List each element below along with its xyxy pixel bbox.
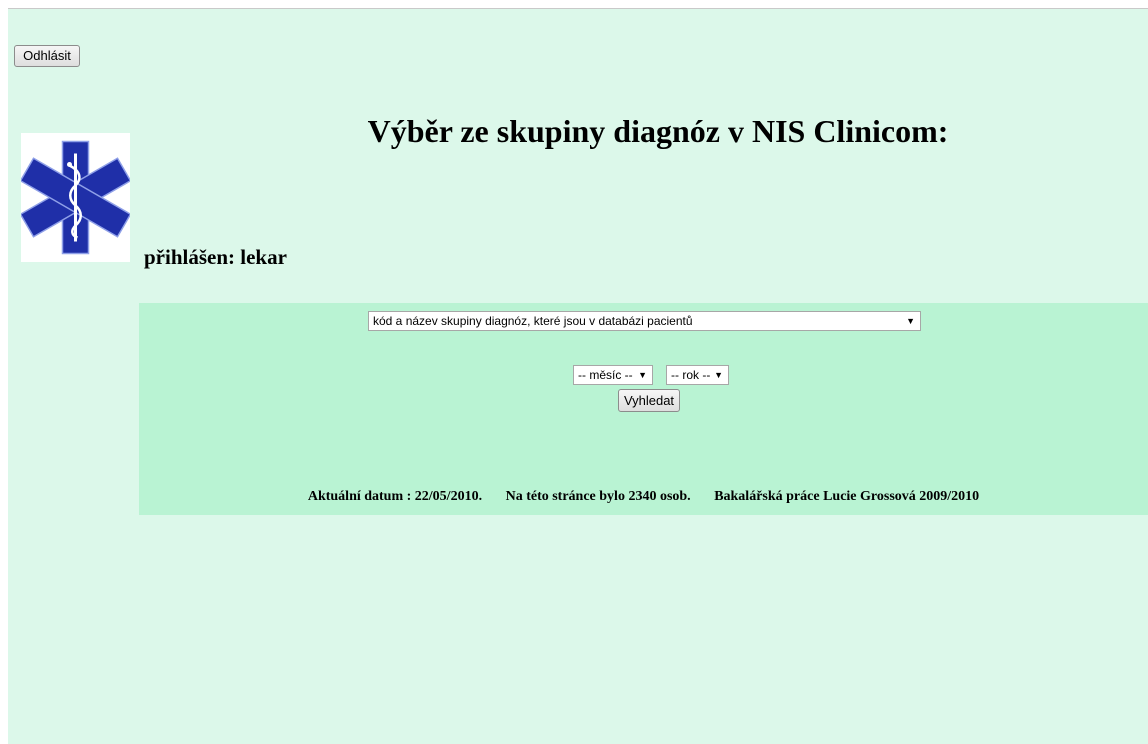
year-select-value: -- rok -- [671, 368, 711, 382]
thesis-credit-text: Bakalářská práce Lucie Grossová 2009/201… [714, 489, 980, 504]
current-date-text: Aktuální datum : 22/05/2010. [307, 489, 483, 504]
footer-info: Aktuální datum : 22/05/2010. Na této str… [139, 489, 1148, 505]
search-button[interactable]: Vyhledat [618, 389, 680, 412]
page: Odhlásit Výběr ze skupiny diagnóz v NIS … [8, 8, 1148, 744]
month-select-value: -- měsíc -- [578, 368, 633, 382]
year-select[interactable]: -- rok -- ▼ [666, 365, 729, 385]
chevron-down-icon: ▼ [638, 370, 647, 380]
chevron-down-icon: ▼ [714, 370, 723, 380]
diagnosis-group-select[interactable]: kód a název skupiny diagnóz, které jsou … [368, 311, 921, 331]
logged-in-user-label: přihlášen: lekar [144, 245, 287, 269]
logout-button[interactable]: Odhlásit [14, 45, 80, 67]
chevron-down-icon: ▼ [906, 316, 915, 326]
search-form-panel: kód a název skupiny diagnóz, které jsou … [139, 303, 1148, 515]
star-of-life-icon [19, 133, 132, 262]
diagnosis-group-select-value: kód a název skupiny diagnóz, které jsou … [373, 314, 693, 328]
month-select[interactable]: -- měsíc -- ▼ [573, 365, 653, 385]
page-title: Výběr ze skupiny diagnóz v NIS Clinicom: [367, 113, 949, 149]
visitor-count-text: Na této stránce bylo 2340 osob. [505, 489, 691, 504]
